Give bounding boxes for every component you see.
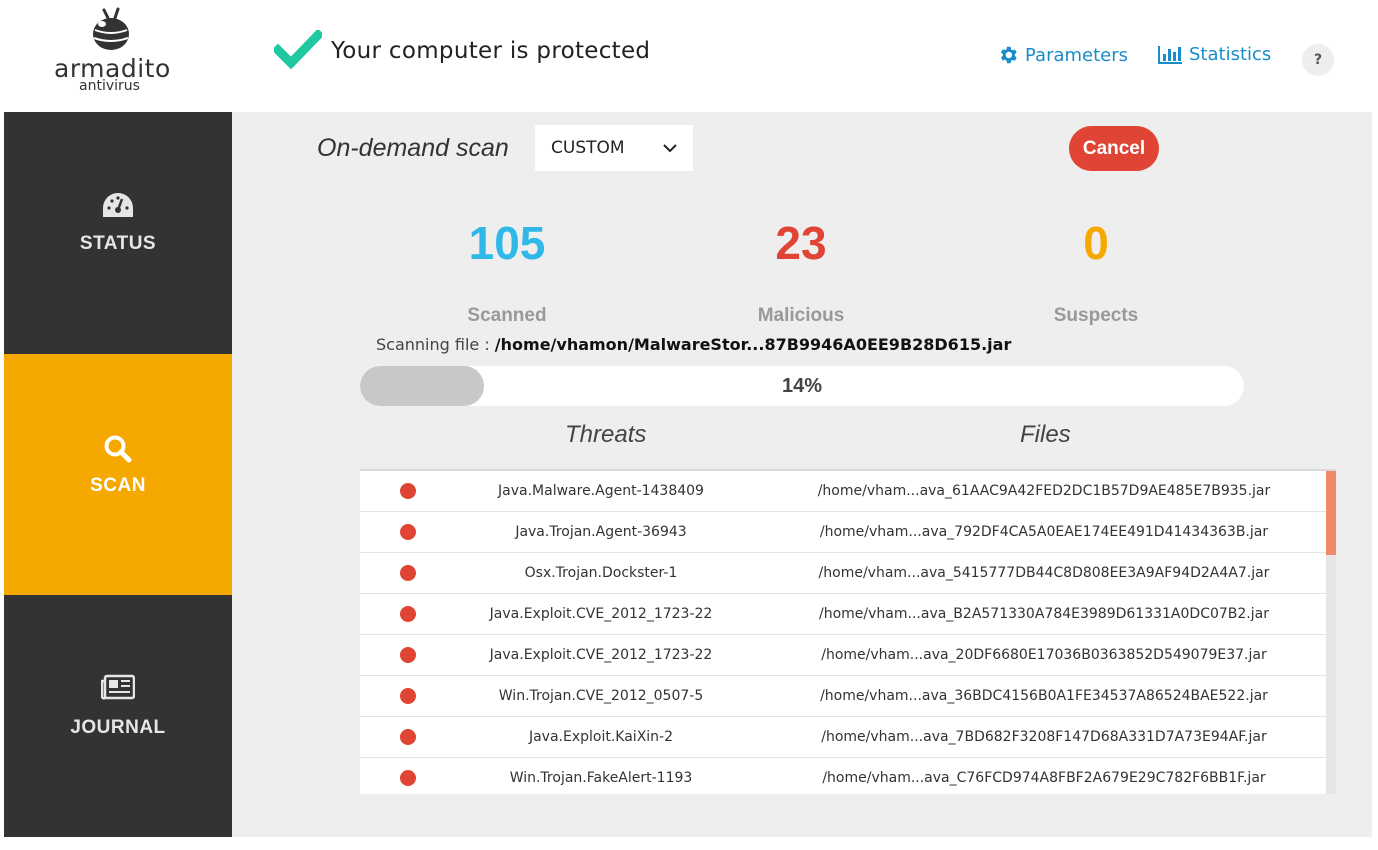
dashboard-icon [103,193,133,217]
column-header-files: Files [1020,421,1071,448]
scan-title: On-demand scan [317,134,509,162]
scanning-file: Scanning file : /home/vhamon/MalwareStor… [376,335,1011,354]
gear-icon [1000,46,1017,64]
table-row[interactable]: Java.Exploit.KaiXin-2/home/vham...ava_7B… [360,717,1326,758]
threat-status-dot [400,483,416,499]
cancel-button[interactable]: Cancel [1069,126,1159,171]
stat-malicious-value: 23 [775,217,827,269]
file-path: /home/vham...ava_7BD682F3208F147D68A331D… [821,729,1267,745]
threat-name: Java.Exploit.KaiXin-2 [528,729,674,745]
stat-suspects: 0 Suspects [976,218,1216,327]
threat-name: Osx.Trojan.Dockster-1 [524,565,678,581]
threats-table-body: Java.Malware.Agent-1438409/home/vham...a… [360,471,1336,794]
threat-status-dot [400,565,416,581]
statistics-label: Statistics [1189,44,1272,65]
threat-name: Java.Exploit.CVE_2012_1723-22 [489,647,713,663]
logo-subtitle: antivirus [79,78,140,94]
sidebar-item-journal[interactable]: JOURNAL [4,596,232,837]
table-row[interactable]: Win.Trojan.FakeAlert-1193/home/vham...av… [360,758,1326,794]
threat-status-dot [400,688,416,704]
stat-malicious: 23 Malicious [681,218,921,327]
sidebar-label-scan: SCAN [90,475,146,496]
parameters-label: Parameters [1025,44,1129,66]
column-header-threats: Threats [565,421,647,448]
file-path: /home/vham...ava_61AAC9A42FED2DC1B57D9AE… [817,483,1271,499]
table-row[interactable]: Osx.Trojan.Dockster-1/home/vham...ava_54… [360,553,1326,594]
threat-name: Java.Trojan.Agent-36943 [515,524,687,540]
table-row[interactable]: Java.Exploit.CVE_2012_1723-22/home/vham.… [360,635,1326,676]
stat-malicious-label: Malicious [757,305,845,326]
scanning-file-path: /home/vhamon/MalwareStor...87B9946A0EE9B… [494,335,1012,354]
sidebar-label-status: STATUS [79,233,157,254]
protection-status: Your computer is protected [331,38,651,64]
search-icon [104,435,132,463]
newspaper-icon [101,674,135,700]
threat-status-dot [400,770,416,786]
stat-scanned-label: Scanned [467,305,547,326]
threats-table: Java.Malware.Agent-1438409/home/vham...a… [360,469,1336,794]
sidebar: STATUS SCAN JOURNAL [4,112,232,837]
threat-status-dot [400,647,416,663]
threat-status-dot [400,524,416,540]
stat-scanned: 105 Scanned [387,218,627,327]
parameters-link[interactable]: Parameters [997,44,1128,66]
scan-progress-text: 14% [781,375,823,397]
threat-status-dot [400,606,416,622]
table-row[interactable]: Java.Malware.Agent-1438409/home/vham...a… [360,471,1326,512]
table-scrollbar[interactable] [1326,471,1336,794]
stat-suspects-value: 0 [1083,217,1109,269]
threat-name: Win.Trojan.FakeAlert-1193 [509,770,693,786]
sidebar-item-status[interactable]: STATUS [4,112,232,353]
file-path: /home/vham...ava_20DF6680E17036B0363852D… [821,647,1267,663]
file-path: /home/vham...ava_C76FCD974A8FBF2A679E29C… [822,770,1266,786]
table-row[interactable]: Java.Trojan.Agent-36943/home/vham...ava_… [360,512,1326,553]
sidebar-item-scan[interactable]: SCAN [4,354,232,595]
armadito-logo: armadito antivirus [50,6,175,98]
file-path: /home/vham...ava_5415777DB44C8D808EE3A9A… [818,565,1270,581]
file-path: /home/vham...ava_792DF4CA5A0EAE174EE491D… [819,524,1269,540]
chevron-down-icon [663,143,677,152]
table-row[interactable]: Win.Trojan.CVE_2012_0507-5/home/vham...a… [360,676,1326,717]
table-row[interactable]: Java.Exploit.CVE_2012_1723-22/home/vham.… [360,594,1326,635]
threat-name: Java.Exploit.CVE_2012_1723-22 [489,606,713,622]
file-path: /home/vham...ava_B2A571330A784E3989D6133… [819,606,1269,622]
stat-scanned-value: 105 [468,217,546,269]
scan-mode-select[interactable]: CUSTOM [535,125,693,171]
statistics-link[interactable]: Statistics [1157,44,1271,65]
scanning-file-label: Scanning file : [376,335,495,354]
threat-name: Java.Malware.Agent-1438409 [498,483,704,499]
armadillo-logo-icon [93,7,129,50]
file-path: /home/vham...ava_36BDC4156B0A1FE34537A86… [820,688,1268,704]
stat-suspects-label: Suspects [1053,305,1139,326]
app-header: armadito antivirus Your computer is prot… [0,0,1378,112]
help-button[interactable]: ? [1302,44,1334,76]
threat-name: Win.Trojan.CVE_2012_0507-5 [498,688,704,704]
table-scrollbar-thumb[interactable] [1326,471,1336,555]
scan-mode-value: CUSTOM [551,138,625,158]
bar-chart-icon [1158,45,1182,64]
scan-panel: On-demand scan CUSTOM Cancel 105 Scanned… [232,112,1372,837]
checkmark-icon [274,30,322,70]
sidebar-label-journal: JOURNAL [70,717,166,738]
threat-status-dot [400,729,416,745]
scan-progress-bar: 14% [360,366,1244,406]
